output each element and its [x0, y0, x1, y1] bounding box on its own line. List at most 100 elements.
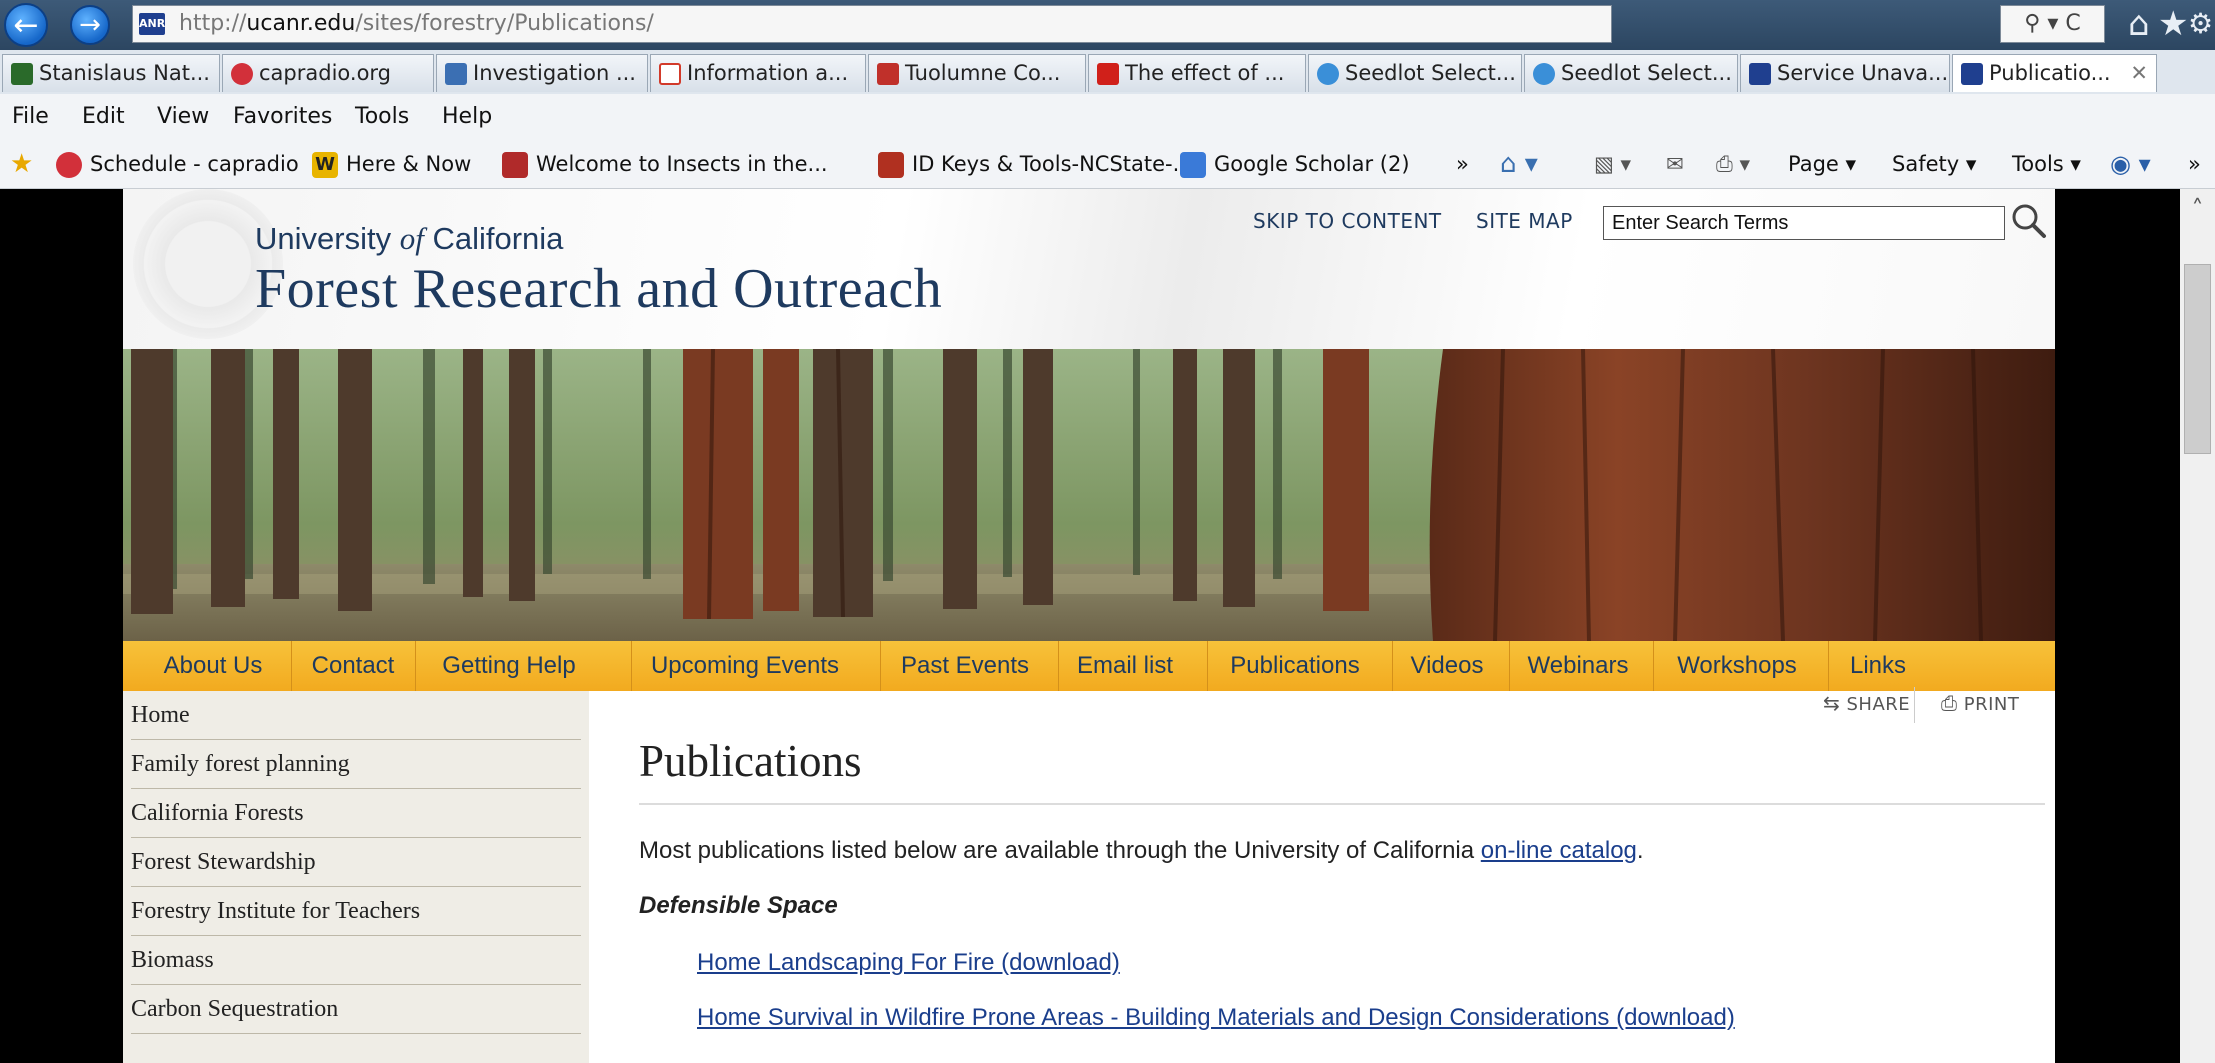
print-toolbar-icon[interactable]: ⎙ ▾	[1716, 140, 1750, 188]
tab-close-icon[interactable]: ✕	[2130, 55, 2148, 91]
home-toolbar-icon[interactable]: ⌂ ▾	[1500, 140, 1538, 188]
tab-label: The effect of ...	[1125, 61, 1285, 85]
favorite-label: Schedule - capradio	[90, 152, 299, 176]
address-actions[interactable]: ⚲ ▾ C	[2000, 5, 2105, 43]
tab-0[interactable]: Stanislaus Nat...	[2, 54, 220, 92]
menu-edit[interactable]: Edit	[82, 94, 125, 140]
nav-upcoming-events[interactable]: Upcoming Events	[635, 641, 855, 691]
tab-6[interactable]: Seedlot Select...	[1308, 54, 1522, 92]
skip-to-content-link[interactable]: SKIP TO CONTENT	[1253, 209, 1442, 233]
menu-view[interactable]: View	[157, 94, 209, 140]
search-input[interactable]	[1603, 206, 2005, 240]
tab-label: Seedlot Select...	[1561, 61, 1732, 85]
tab-5[interactable]: The effect of ...	[1088, 54, 1306, 92]
favorite-4[interactable]: Google Scholar (2)	[1180, 140, 1410, 188]
sidebar-item-forestry-institute[interactable]: Forestry Institute for Teachers	[131, 887, 581, 936]
help-icon[interactable]: ◉ ▾	[2110, 140, 2151, 188]
intro-period: .	[1636, 837, 1644, 864]
page-menu-button[interactable]: Page ▾	[1788, 140, 1856, 188]
university-name: University of California	[255, 221, 563, 257]
home-icon[interactable]: ⌂	[2128, 4, 2150, 44]
url-domain: ucanr.edu	[246, 11, 356, 36]
tab-label: Tuolumne Co...	[905, 61, 1061, 85]
share-label: SHARE	[1846, 694, 1911, 715]
forest-trees-illustration	[123, 349, 2055, 641]
read-mail-icon[interactable]: ✉	[1666, 140, 1684, 188]
favorite-0[interactable]: Schedule - capradio	[56, 140, 299, 188]
search-icon[interactable]	[2009, 201, 2049, 241]
nav-separator	[1828, 641, 1829, 691]
tab-8[interactable]: Service Unava...	[1740, 54, 1950, 92]
print-button[interactable]: ⎙ PRINT	[1941, 691, 2019, 715]
browser-title-bar: ← → ANR http://ucanr.edu/sites/forestry/…	[0, 0, 2215, 50]
section-heading-defensible-space: Defensible Space	[639, 892, 838, 919]
nav-separator	[1653, 641, 1654, 691]
nav-publications[interactable]: Publications	[1211, 641, 1379, 691]
feeds-icon[interactable]: ▧ ▾	[1594, 140, 1631, 188]
favorite-2[interactable]: Welcome to Insects in the...	[502, 140, 828, 188]
nav-email-list[interactable]: Email list	[1063, 641, 1187, 691]
tab-3[interactable]: Information a...	[650, 54, 866, 92]
favorites-overflow-icon[interactable]: »	[1456, 140, 1469, 188]
california-word: California	[432, 221, 564, 256]
favorite-1[interactable]: W Here & Now	[312, 140, 471, 188]
safety-menu-button[interactable]: Safety ▾	[1892, 140, 1976, 188]
favorites-star-icon[interactable]: ★	[2158, 4, 2188, 44]
site-container: University of California Forest Research…	[123, 189, 2055, 1063]
nav-separator	[1509, 641, 1510, 691]
sidebar-item-carbon-sequestration[interactable]: Carbon Sequestration	[131, 985, 581, 1034]
sidebar-item-forest-stewardship[interactable]: Forest Stewardship	[131, 838, 581, 887]
settings-gear-icon[interactable]: ⚙	[2188, 4, 2213, 44]
share-button[interactable]: ⇆ SHARE	[1823, 691, 1910, 715]
nav-contact[interactable]: Contact	[295, 641, 411, 691]
gmail-icon	[659, 63, 681, 85]
tab-label: Publicatio...	[1989, 61, 2111, 85]
nav-getting-help[interactable]: Getting Help	[419, 641, 599, 691]
site-map-link[interactable]: SITE MAP	[1476, 209, 1573, 233]
favorites-bar: ★ Schedule - capradio W Here & Now Welcom…	[0, 140, 2215, 189]
publication-link-home-survival[interactable]: Home Survival in Wildfire Prone Areas - …	[697, 1004, 1735, 1032]
publication-link-home-landscaping[interactable]: Home Landscaping For Fire (download)	[697, 949, 1120, 977]
menu-help[interactable]: Help	[442, 94, 492, 140]
sidebar-item-family-forest-planning[interactable]: Family forest planning	[131, 740, 581, 789]
menu-file[interactable]: File	[12, 94, 49, 140]
tools-menu-button[interactable]: Tools ▾	[2012, 140, 2081, 188]
nav-webinars[interactable]: Webinars	[1513, 641, 1643, 691]
tab-2[interactable]: Investigation ...	[436, 54, 648, 92]
tab-9-active[interactable]: Publicatio... ✕	[1952, 54, 2157, 92]
favorites-star-add-icon[interactable]: ★	[10, 140, 33, 188]
back-button[interactable]: ←	[4, 3, 48, 47]
sidebar-item-home[interactable]: Home	[131, 691, 581, 740]
tab-4[interactable]: Tuolumne Co...	[868, 54, 1086, 92]
nav-separator	[631, 641, 632, 691]
favorite-3[interactable]: ID Keys & Tools-NCState-...	[878, 140, 1193, 188]
nav-links[interactable]: Links	[1832, 641, 1924, 691]
vertical-scrollbar[interactable]: ˄	[2180, 189, 2215, 1063]
tab-1[interactable]: capradio.org	[222, 54, 434, 92]
nav-about-us[interactable]: About Us	[143, 641, 283, 691]
sidebar-item-california-forests[interactable]: California Forests	[131, 789, 581, 838]
address-bar[interactable]: ANR http://ucanr.edu/sites/forestry/Publ…	[132, 5, 1612, 43]
page-viewport: University of California Forest Research…	[0, 189, 2180, 1063]
nav-workshops[interactable]: Workshops	[1657, 641, 1817, 691]
nav-past-events[interactable]: Past Events	[885, 641, 1045, 691]
scroll-up-arrow-icon[interactable]: ˄	[2180, 189, 2215, 229]
nav-videos[interactable]: Videos	[1396, 641, 1498, 691]
sidebar-item-biomass[interactable]: Biomass	[131, 936, 581, 985]
site-title[interactable]: Forest Research and Outreach	[255, 257, 942, 321]
tab-7[interactable]: Seedlot Select...	[1524, 54, 1738, 92]
share-icon: ⇆	[1823, 691, 1841, 715]
toolbar-overflow-icon[interactable]: »	[2188, 140, 2201, 188]
nav-separator	[415, 641, 416, 691]
menu-favorites[interactable]: Favorites	[233, 94, 332, 140]
scrollbar-thumb[interactable]	[2184, 264, 2211, 454]
favorite-label: ID Keys & Tools-NCState-...	[912, 152, 1193, 176]
university-word: University	[255, 221, 392, 256]
menu-tools[interactable]: Tools	[355, 94, 409, 140]
nav-separator	[1392, 641, 1393, 691]
forward-button[interactable]: →	[70, 5, 110, 45]
tab-label: capradio.org	[259, 61, 392, 85]
tab-label: Service Unava...	[1777, 61, 1949, 85]
online-catalog-link[interactable]: on-line catalog	[1481, 837, 1637, 864]
intro-text: Most publications listed below are avail…	[639, 837, 1481, 864]
